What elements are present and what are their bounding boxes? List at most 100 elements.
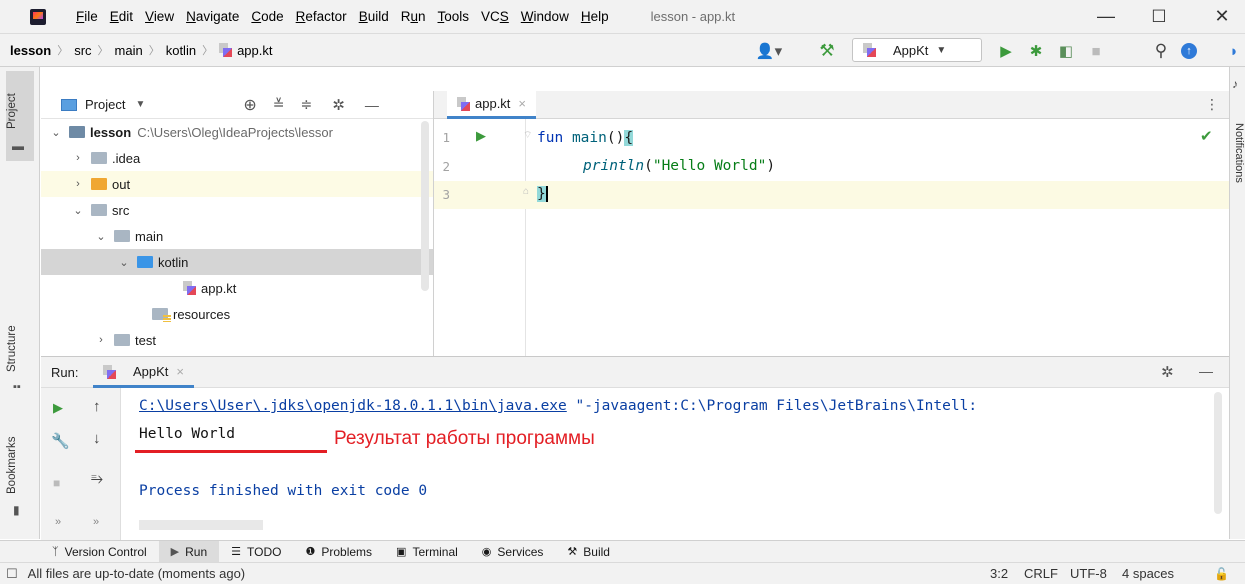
tree-row-app-kt[interactable]: app.kt <box>41 275 433 301</box>
close-tab-icon[interactable]: × <box>518 96 526 111</box>
chevron-down-icon[interactable]: ⌄ <box>94 230 108 243</box>
collapse-all-icon[interactable]: ≑ <box>301 96 313 113</box>
debug-icon[interactable]: ✱ <box>1025 41 1047 61</box>
function-call: println <box>583 158 645 174</box>
more-tabs-icon[interactable]: ⋮ <box>1205 96 1219 113</box>
line-separator[interactable]: CRLF <box>1024 566 1058 581</box>
notifications-bell-icon[interactable]: ♪ <box>1232 77 1238 91</box>
editor-tab-app-kt[interactable]: app.kt × <box>447 91 537 119</box>
project-view-select[interactable]: Project <box>85 97 125 112</box>
breadcrumb-lesson[interactable]: lesson <box>10 43 51 58</box>
chevron-down-icon[interactable]: ▼ <box>135 99 145 110</box>
jetbrains-toolbox-icon[interactable]: ◗ <box>1225 41 1243 61</box>
menu-view[interactable]: View <box>145 9 174 24</box>
breadcrumb-main[interactable]: main <box>115 43 143 58</box>
scroll-up-icon[interactable]: ↑ <box>93 398 101 415</box>
lock-icon[interactable]: 🔓 <box>1214 567 1229 581</box>
left-tool-strip: Project ▬ Structure ▪▪ Bookmarks ▮ <box>0 67 40 539</box>
hide-panel-icon[interactable]: — <box>365 97 379 113</box>
console-horizontal-scrollbar[interactable] <box>139 520 263 530</box>
toggle-tool-windows-icon[interactable]: ☐ <box>6 566 18 582</box>
structure-tool-label[interactable]: Structure <box>6 325 18 372</box>
close-tab-icon[interactable]: × <box>176 364 184 379</box>
wrench-icon[interactable]: 🔧 <box>51 432 70 450</box>
run-tab-appkt[interactable]: AppKt × <box>93 358 195 388</box>
hide-panel-icon[interactable]: — <box>1199 363 1213 379</box>
menu-run[interactable]: Run <box>401 9 426 24</box>
close-button[interactable]: ✕ <box>1199 0 1245 33</box>
run-gutter-icon[interactable]: ▶ <box>476 128 486 144</box>
menu-code[interactable]: Code <box>251 9 283 24</box>
fold-marker-icon[interactable]: ⌔ <box>523 129 532 142</box>
menu-file[interactable]: File <box>76 9 98 24</box>
status-message[interactable]: All files are up-to-date (moments ago) <box>28 566 245 581</box>
tab-problems[interactable]: ❶ Problems <box>293 541 384 563</box>
no-problems-check-icon[interactable]: ✔ <box>1200 127 1213 145</box>
gear-icon[interactable]: ✲ <box>1161 363 1174 381</box>
caret-position[interactable]: 3:2 <box>990 566 1008 581</box>
gear-icon[interactable]: ✲ <box>332 96 345 114</box>
run-icon[interactable]: ▶ <box>995 41 1017 61</box>
build-hammer-icon[interactable]: ⚒ <box>815 41 839 61</box>
menu-refactor[interactable]: Refactor <box>296 9 347 24</box>
chevron-down-icon[interactable]: ⌄ <box>117 256 131 269</box>
expand-all-icon[interactable]: ≚ <box>273 96 285 113</box>
breadcrumb-kotlin[interactable]: kotlin <box>166 43 196 58</box>
menu-tools[interactable]: Tools <box>438 9 470 24</box>
breadcrumb-src[interactable]: src <box>74 43 91 58</box>
bookmarks-tool-label[interactable]: Bookmarks <box>6 436 18 494</box>
tree-row-test[interactable]: › test <box>41 327 433 353</box>
tree-row-idea[interactable]: › .idea <box>41 145 433 171</box>
tab-terminal[interactable]: ▣ Terminal <box>384 541 470 563</box>
coverage-icon[interactable]: ◧ <box>1055 41 1077 61</box>
stop-icon[interactable]: ■ <box>1085 41 1107 61</box>
project-scrollbar[interactable] <box>421 121 429 291</box>
notifications-tool-label[interactable]: Notifications <box>1233 123 1245 183</box>
more-actions-icon[interactable]: » <box>55 516 61 528</box>
chevron-down-icon[interactable]: ⌄ <box>49 126 63 139</box>
stop-icon[interactable]: ■ <box>53 476 60 490</box>
menu-edit[interactable]: Edit <box>110 9 133 24</box>
code-line-1: fun main(){ <box>537 127 634 149</box>
rerun-icon[interactable]: ▶ <box>53 400 63 416</box>
update-icon[interactable]: ↑ <box>1178 41 1200 61</box>
menu-help[interactable]: Help <box>581 9 609 24</box>
menu-navigate[interactable]: Navigate <box>186 9 239 24</box>
tab-run[interactable]: ▶ Run <box>158 540 220 563</box>
menu-build[interactable]: Build <box>359 9 389 24</box>
chevron-down-icon[interactable]: ⌄ <box>71 204 85 217</box>
tab-todo[interactable]: ☰ TODO <box>219 541 293 563</box>
run-configuration-select[interactable]: AppKt ▼ <box>852 38 982 62</box>
menu-window[interactable]: Window <box>521 9 569 24</box>
breadcrumb-app-kt[interactable]: app.kt <box>219 43 273 58</box>
tab-version-control[interactable]: ᛉ Version Control <box>40 541 159 563</box>
maximize-button[interactable]: ☐ <box>1136 0 1182 33</box>
chevron-right-icon[interactable]: › <box>94 334 108 346</box>
indent-setting[interactable]: 4 spaces <box>1122 566 1174 581</box>
fold-marker-icon[interactable]: ⌂ <box>523 186 529 197</box>
project-tool-label[interactable]: Project <box>6 93 18 129</box>
tree-row-resources[interactable]: resources <box>41 301 433 327</box>
console-output[interactable]: C:\Users\User\.jdks\openjdk-18.0.1.1\bin… <box>121 388 1229 540</box>
chevron-right-icon[interactable]: › <box>71 178 85 190</box>
locate-file-icon[interactable]: ⊕ <box>243 95 256 115</box>
scroll-down-icon[interactable]: ↓ <box>93 430 101 447</box>
menu-vcs[interactable]: VCS <box>481 9 509 24</box>
tree-row-out[interactable]: › out <box>41 171 433 197</box>
tree-row-main[interactable]: ⌄ main <box>41 223 433 249</box>
tree-row-lesson[interactable]: ⌄ lesson C:\Users\Oleg\IdeaProjects\less… <box>41 119 433 145</box>
account-icon[interactable]: 👤▾ <box>752 41 786 61</box>
minimize-button[interactable]: — <box>1083 0 1129 33</box>
chevron-right-icon[interactable]: › <box>71 152 85 164</box>
more-actions-icon[interactable]: » <box>93 516 99 528</box>
search-icon[interactable]: ⚲ <box>1150 41 1172 61</box>
tab-services[interactable]: ◉ Services <box>470 541 556 563</box>
console-vertical-scrollbar[interactable] <box>1214 392 1222 514</box>
tab-label: Terminal <box>412 544 458 559</box>
java-path-link[interactable]: C:\Users\User\.jdks\openjdk-18.0.1.1\bin… <box>139 398 567 414</box>
tree-row-src[interactable]: ⌄ src <box>41 197 433 223</box>
tree-row-kotlin[interactable]: ⌄ kotlin <box>41 249 433 275</box>
file-encoding[interactable]: UTF-8 <box>1070 566 1107 581</box>
tab-build[interactable]: ⚒ Build <box>555 541 622 563</box>
soft-wrap-icon[interactable]: ⥱ <box>91 470 103 487</box>
